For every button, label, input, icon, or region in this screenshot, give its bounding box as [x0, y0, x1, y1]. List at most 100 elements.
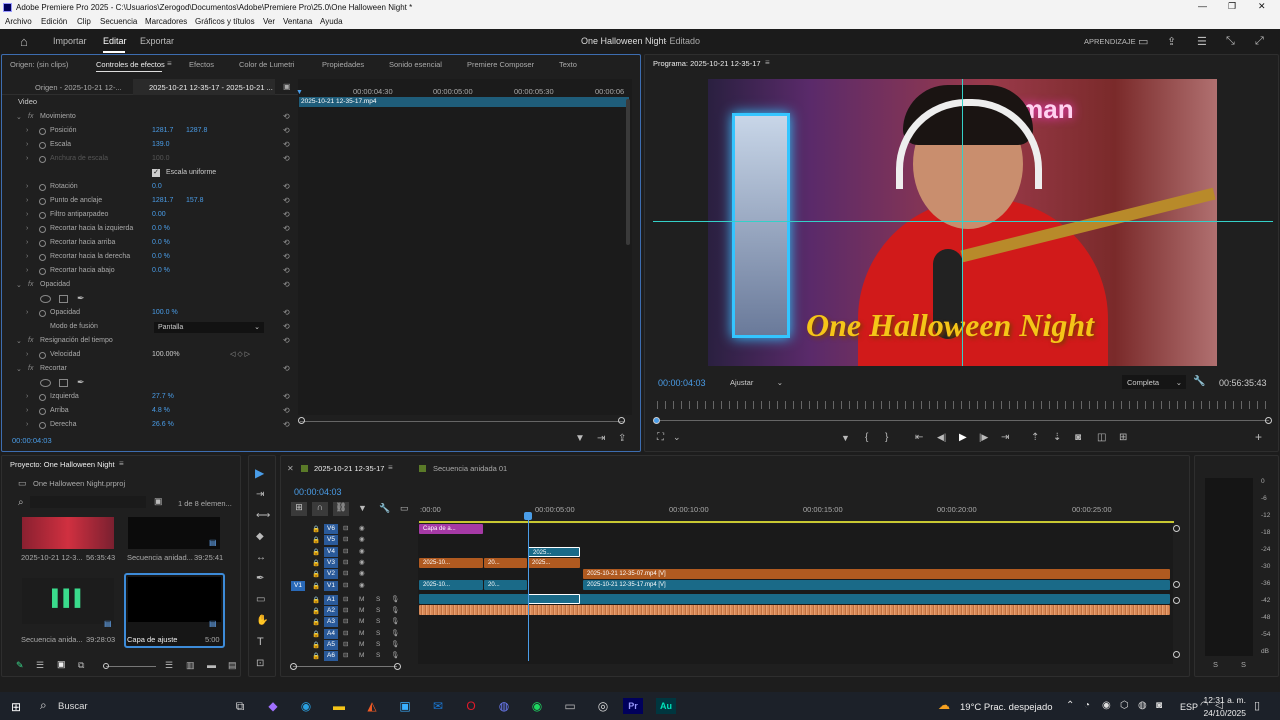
solo-button[interactable]: S	[376, 607, 380, 614]
property-row[interactable]: › Rotación 0.0 ⟲	[2, 181, 298, 195]
property-row[interactable]: › Derecha 26.6 % ⟲	[2, 419, 298, 433]
menu-secuencia[interactable]: Secuencia	[100, 17, 137, 26]
tray-icon[interactable]: ◙	[1156, 700, 1162, 711]
video-track-header[interactable]: 🔒 V6 ⊟ ◉	[281, 524, 417, 535]
property-row[interactable]: ✒	[2, 293, 298, 307]
step-back-icon[interactable]: ◀|	[937, 432, 946, 443]
close-icon[interactable]: ✕	[287, 464, 294, 473]
clock-time[interactable]: 12:31 a. m.	[1202, 695, 1246, 705]
ec-scrollbar[interactable]	[626, 99, 630, 245]
audio-track-header[interactable]: 🔒 A5 ⊟ M S 🎙	[281, 640, 417, 651]
mic-icon[interactable]: 🎙	[391, 617, 399, 625]
mark-in-icon[interactable]: {	[865, 432, 868, 443]
keyframe-nav[interactable]: ◁ ◇ ▷	[230, 350, 250, 358]
stopwatch-icon[interactable]	[39, 268, 46, 275]
track-label[interactable]: A3	[324, 617, 338, 628]
task-view-icon[interactable]: ⧉	[230, 698, 250, 714]
clip-v1-b[interactable]: 20...	[484, 580, 527, 590]
play-audio-icon[interactable]: ⇥	[597, 433, 605, 444]
sync-icon[interactable]: ⊟	[343, 606, 348, 614]
reset-icon[interactable]: ⟲	[283, 140, 290, 149]
weather-text[interactable]: 19°C Prac. despejado	[960, 702, 1053, 713]
property-row[interactable]: › Punto de anclaje 1281.7 157.8 ⟲	[2, 195, 298, 209]
solo-button[interactable]: S	[376, 652, 380, 659]
razor-icon[interactable]: ◆	[256, 531, 264, 542]
reset-icon[interactable]: ⟲	[283, 238, 290, 247]
menu-ayuda[interactable]: Ayuda	[320, 17, 343, 26]
eye-icon[interactable]: ◉	[359, 547, 365, 555]
menu-ver[interactable]: Ver	[263, 17, 275, 26]
sync-icon[interactable]: ⊟	[343, 569, 348, 577]
reset-icon[interactable]: ⟲	[283, 336, 290, 345]
property-value[interactable]: 100.00%	[152, 351, 180, 358]
tab-import[interactable]: Importar	[53, 36, 87, 46]
stopwatch-icon[interactable]	[39, 240, 46, 247]
outlook-icon[interactable]: ✉	[428, 698, 448, 714]
track-label[interactable]: A4	[324, 628, 338, 639]
eye-icon[interactable]: ◉	[359, 558, 365, 566]
edge-icon[interactable]: ◉	[296, 698, 316, 714]
tab-essential-sound[interactable]: Sonido esencial	[389, 60, 442, 69]
property-value[interactable]: 0.00	[152, 211, 166, 218]
project-item-nested[interactable]	[128, 517, 220, 549]
marker-icon[interactable]: ▼	[841, 433, 850, 443]
clip-v4[interactable]: 2025...	[528, 547, 580, 557]
fx-icon[interactable]: fx	[28, 365, 33, 372]
spotify-icon[interactable]: ◉	[527, 698, 547, 714]
step-forward-icon[interactable]: |▶	[979, 432, 988, 443]
property-row[interactable]: › Izquierda 27.7 % ⟲	[2, 391, 298, 405]
icon-view-icon[interactable]: ▣	[57, 659, 66, 670]
clip-v3-a[interactable]: 2025-10...	[419, 558, 483, 568]
effect-header[interactable]: ⌄ fx Recortar ⟲	[2, 363, 298, 377]
clip-v1-a[interactable]: 2025-10...	[419, 580, 483, 590]
source-patch[interactable]: V1	[291, 580, 305, 591]
go-to-out-icon[interactable]: ⇥	[1001, 432, 1009, 443]
sync-icon[interactable]: ⊟	[343, 535, 348, 543]
eye-icon[interactable]: ◉	[359, 524, 365, 532]
tray-icon[interactable]: ⬡	[1120, 700, 1129, 711]
export-icon[interactable]: ⇪	[618, 433, 626, 444]
stopwatch-icon[interactable]	[39, 142, 46, 149]
property-value[interactable]: 26.6 %	[152, 421, 174, 428]
chevron-right-icon[interactable]: ›	[26, 267, 28, 274]
sync-icon[interactable]: ⊟	[343, 581, 348, 589]
lock-icon[interactable]: 🔒	[312, 570, 320, 578]
chevron-right-icon[interactable]: ›	[26, 211, 28, 218]
snap-icon[interactable]: ∩	[312, 502, 328, 516]
track-label[interactable]: A6	[324, 651, 338, 662]
video-track-header[interactable]: V1 🔒 V1 ⊟ ◉	[281, 580, 417, 592]
add-button-icon[interactable]: +	[1255, 430, 1262, 444]
go-to-in-icon[interactable]: ⇤	[915, 432, 923, 443]
taskbar-search[interactable]: ⌕ Buscar	[32, 695, 220, 717]
property-row[interactable]: › Filtro antiparpadeo 0.00 ⟲	[2, 209, 298, 223]
reset-icon[interactable]: ⟲	[283, 154, 290, 163]
minimize-icon[interactable]: —	[1198, 1, 1207, 11]
panel-icon[interactable]: ▭	[1138, 35, 1148, 48]
track-label[interactable]: A5	[324, 640, 338, 650]
search-icon[interactable]: ⌕	[18, 497, 24, 508]
tab-effect-controls[interactable]: Controles de efectos	[96, 60, 165, 69]
pen-icon[interactable]: ✒	[256, 573, 264, 584]
property-value[interactable]: 100.0	[152, 155, 170, 162]
nest-icon[interactable]: ⊞	[291, 502, 307, 516]
close-icon[interactable]: ✕	[1258, 1, 1266, 12]
menu-graficos[interactable]: Gráficos y títulos	[195, 17, 255, 26]
lock-icon[interactable]: 🔒	[312, 596, 320, 604]
brave-icon[interactable]: ◭	[362, 698, 382, 714]
fullscreen-icon[interactable]: ⤢	[1255, 35, 1264, 48]
stopwatch-icon[interactable]	[39, 422, 46, 429]
mute-button[interactable]: M	[359, 618, 364, 625]
track-label[interactable]: V3	[324, 557, 338, 568]
fit-select[interactable]: Ajustar ⌄	[725, 375, 787, 389]
property-value[interactable]: 0.0 %	[152, 225, 170, 232]
premiere-icon[interactable]: Pr	[623, 698, 643, 714]
project-search-input[interactable]	[30, 496, 146, 508]
chevron-right-icon[interactable]: ›	[26, 309, 28, 316]
compare-icon[interactable]: ◫	[1097, 432, 1106, 443]
mic-icon[interactable]: 🎙	[391, 651, 399, 659]
mic-icon[interactable]: 🎙	[391, 595, 399, 603]
reset-icon[interactable]: ⟲	[283, 420, 290, 429]
chevron-down-icon[interactable]: ⌄	[16, 365, 22, 373]
audio-track-header[interactable]: 🔒 A6 ⊟ M S 🎙	[281, 651, 417, 662]
property-value-2[interactable]: 1287.8	[186, 127, 207, 134]
